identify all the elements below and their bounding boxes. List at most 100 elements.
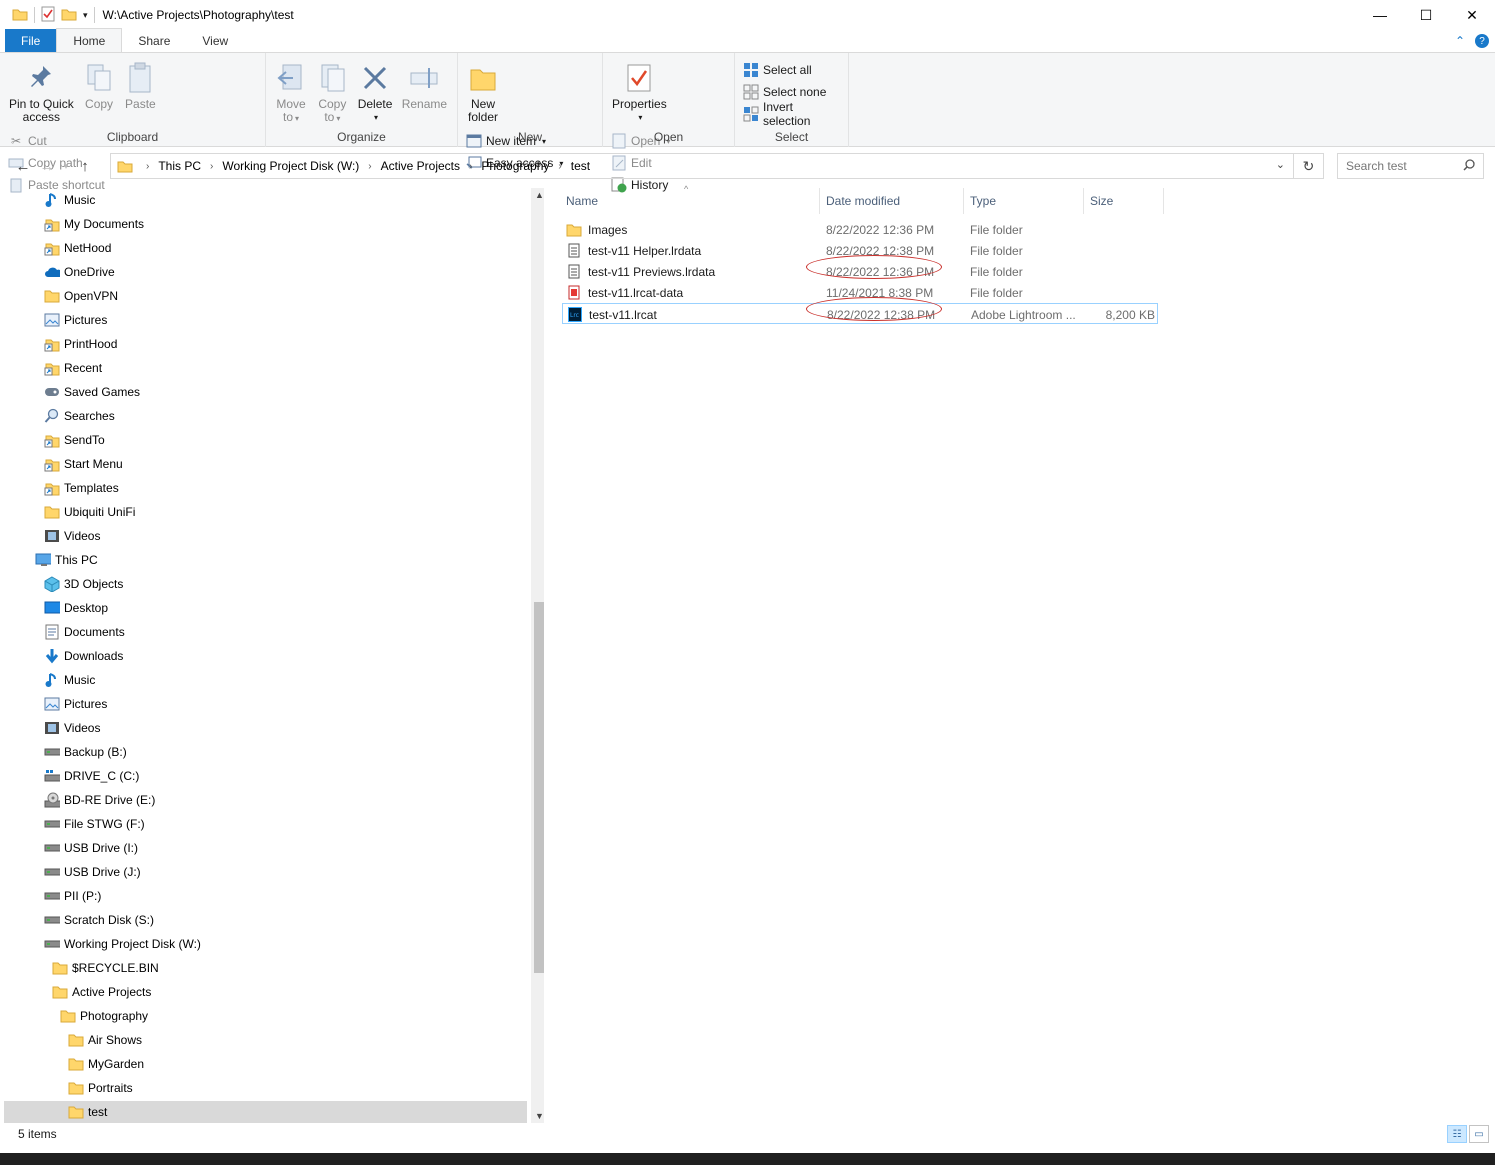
scroll-down-icon[interactable]: ▼ xyxy=(531,1111,544,1121)
pin-to-quick-access-button[interactable]: Pin to Quick access xyxy=(6,57,77,128)
select-all-button[interactable]: Select all xyxy=(741,59,842,81)
nav-item[interactable]: Portraits xyxy=(68,1076,133,1100)
nav-item-label: NetHood xyxy=(64,241,112,255)
nav-item[interactable]: test xyxy=(68,1100,107,1123)
nav-item[interactable]: Active Projects xyxy=(52,980,151,1004)
large-icons-view-icon[interactable]: ▭ xyxy=(1469,1125,1489,1143)
new-folder-quick-icon[interactable] xyxy=(61,7,77,24)
nav-item[interactable]: Downloads xyxy=(44,644,123,668)
nav-item[interactable]: Searches xyxy=(44,404,115,428)
nav-item[interactable]: My Documents xyxy=(44,212,144,236)
refresh-icon[interactable]: ↻ xyxy=(1294,153,1324,179)
nav-item[interactable]: Air Shows xyxy=(68,1028,142,1052)
nav-item[interactable]: Videos xyxy=(44,716,100,740)
nav-item-label: Working Project Disk (W:) xyxy=(64,937,201,951)
copy-button[interactable]: Copy xyxy=(80,57,118,115)
properties-quick-icon[interactable] xyxy=(41,6,55,25)
minimize-button[interactable]: — xyxy=(1357,0,1403,30)
nav-item[interactable]: USB Drive (I:) xyxy=(44,836,138,860)
nav-item[interactable]: Backup (B:) xyxy=(44,740,127,764)
nav-item-label: Backup (B:) xyxy=(64,745,127,759)
breadcrumb-active-projects[interactable]: Active Projects xyxy=(381,159,460,173)
folder-icon xyxy=(68,1056,84,1072)
nav-item[interactable]: Pictures xyxy=(44,308,107,332)
close-button[interactable]: ✕ xyxy=(1449,0,1495,30)
tab-view[interactable]: View xyxy=(186,29,244,52)
tab-file[interactable]: File xyxy=(5,29,57,52)
nav-item[interactable]: Photography xyxy=(60,1004,148,1028)
breadcrumb-test[interactable]: test xyxy=(571,159,590,173)
nav-item[interactable]: 3D Objects xyxy=(44,572,123,596)
move-to-button[interactable]: Move to ▾ xyxy=(272,57,310,129)
nav-item[interactable]: File STWG (F:) xyxy=(44,812,145,836)
nav-scrollbar[interactable]: ▲ ▼ xyxy=(531,188,544,1123)
nav-item[interactable]: BD-RE Drive (E:) xyxy=(44,788,155,812)
column-header-size[interactable]: Size xyxy=(1084,188,1164,214)
delete-button[interactable]: Delete ▾ xyxy=(355,57,396,128)
search-input[interactable]: Search test xyxy=(1337,153,1484,179)
paste-button[interactable]: Paste xyxy=(121,57,159,115)
collapse-ribbon-icon[interactable]: ⌃ xyxy=(1455,34,1465,48)
help-icon[interactable]: ? xyxy=(1475,34,1489,48)
nav-item[interactable]: This PC xyxy=(35,548,98,572)
nav-item[interactable]: OneDrive xyxy=(44,260,115,284)
nav-item[interactable]: Recent xyxy=(44,356,102,380)
nav-item[interactable]: Ubiquiti UniFi xyxy=(44,500,135,524)
tab-home[interactable]: Home xyxy=(56,28,123,52)
nav-item[interactable]: Music xyxy=(44,188,95,212)
copy-to-button[interactable]: Copy to ▾ xyxy=(313,57,351,129)
back-arrow-icon[interactable]: ← xyxy=(11,158,35,175)
file-row[interactable]: Images 8/22/2022 12:36 PM File folder xyxy=(562,219,1158,240)
nav-item-label: Start Menu xyxy=(64,457,123,471)
nav-item[interactable]: Saved Games xyxy=(44,380,140,404)
nav-item[interactable]: Scratch Disk (S:) xyxy=(44,908,154,932)
nav-item[interactable]: OpenVPN xyxy=(44,284,118,308)
invert-selection-button[interactable]: Invert selection xyxy=(741,100,842,128)
nav-item[interactable]: Desktop xyxy=(44,596,108,620)
nav-item[interactable]: USB Drive (J:) xyxy=(44,860,141,884)
nav-item[interactable]: PrintHood xyxy=(44,332,117,356)
nav-item[interactable]: MyGarden xyxy=(68,1052,144,1076)
nav-item[interactable]: Start Menu xyxy=(44,452,123,476)
nav-item[interactable]: Music xyxy=(44,668,95,692)
properties-button[interactable]: Properties ▾ xyxy=(609,57,670,128)
maximize-button[interactable]: ☐ xyxy=(1403,0,1449,30)
file-name-cell: test-v11.lrcat-data xyxy=(566,282,683,303)
cloud-icon xyxy=(44,264,60,280)
nav-item[interactable]: DRIVE_C (C:) xyxy=(44,764,139,788)
address-bar[interactable]: › This PC › Working Project Disk (W:) › … xyxy=(110,153,1294,179)
forward-arrow-icon[interactable]: → xyxy=(35,158,59,175)
scrollbar-thumb[interactable] xyxy=(534,602,544,973)
new-folder-button[interactable]: New folder xyxy=(464,57,502,128)
address-dropdown-icon[interactable]: ⌄ xyxy=(1276,158,1285,171)
customize-toolbar-icon[interactable]: ▾ xyxy=(83,10,88,21)
breadcrumb-working-project-disk[interactable]: Working Project Disk (W:) xyxy=(222,159,359,173)
nav-item-label: Recent xyxy=(64,361,103,375)
nav-item[interactable]: Templates xyxy=(44,476,119,500)
desktop-icon xyxy=(44,600,60,616)
column-header-type[interactable]: Type xyxy=(964,188,1084,214)
nav-item[interactable]: $RECYCLE.BIN xyxy=(52,956,159,980)
file-type-cell: Adobe Lightroom ... xyxy=(971,307,1076,322)
nav-item[interactable]: Working Project Disk (W:) xyxy=(44,932,201,956)
nav-item[interactable]: PII (P:) xyxy=(44,884,101,908)
nav-item[interactable]: NetHood xyxy=(44,236,111,260)
scroll-up-icon[interactable]: ▲ xyxy=(531,190,544,200)
breadcrumb-photography[interactable]: Photography xyxy=(481,159,549,173)
svg-text:Lrc: Lrc xyxy=(570,312,579,319)
column-header-date[interactable]: Date modified xyxy=(820,188,964,214)
tab-share[interactable]: Share xyxy=(122,29,186,52)
move-to-icon xyxy=(275,61,307,95)
details-view-icon[interactable]: ☷ xyxy=(1447,1125,1467,1143)
recent-locations-icon[interactable]: ▾ xyxy=(59,161,73,172)
nav-item[interactable]: Documents xyxy=(44,620,125,644)
up-arrow-icon[interactable]: ↑ xyxy=(73,158,97,175)
rename-button[interactable]: Rename xyxy=(399,57,450,115)
nav-item[interactable]: SendTo xyxy=(44,428,105,452)
folder-icon xyxy=(44,504,60,520)
nav-item[interactable]: Pictures xyxy=(44,692,107,716)
nav-item-label: Photography xyxy=(80,1009,149,1023)
breadcrumb-this-pc[interactable]: This PC xyxy=(158,159,201,173)
nav-item[interactable]: Videos xyxy=(44,524,100,548)
column-header-name[interactable]: Name ^ xyxy=(560,184,820,214)
